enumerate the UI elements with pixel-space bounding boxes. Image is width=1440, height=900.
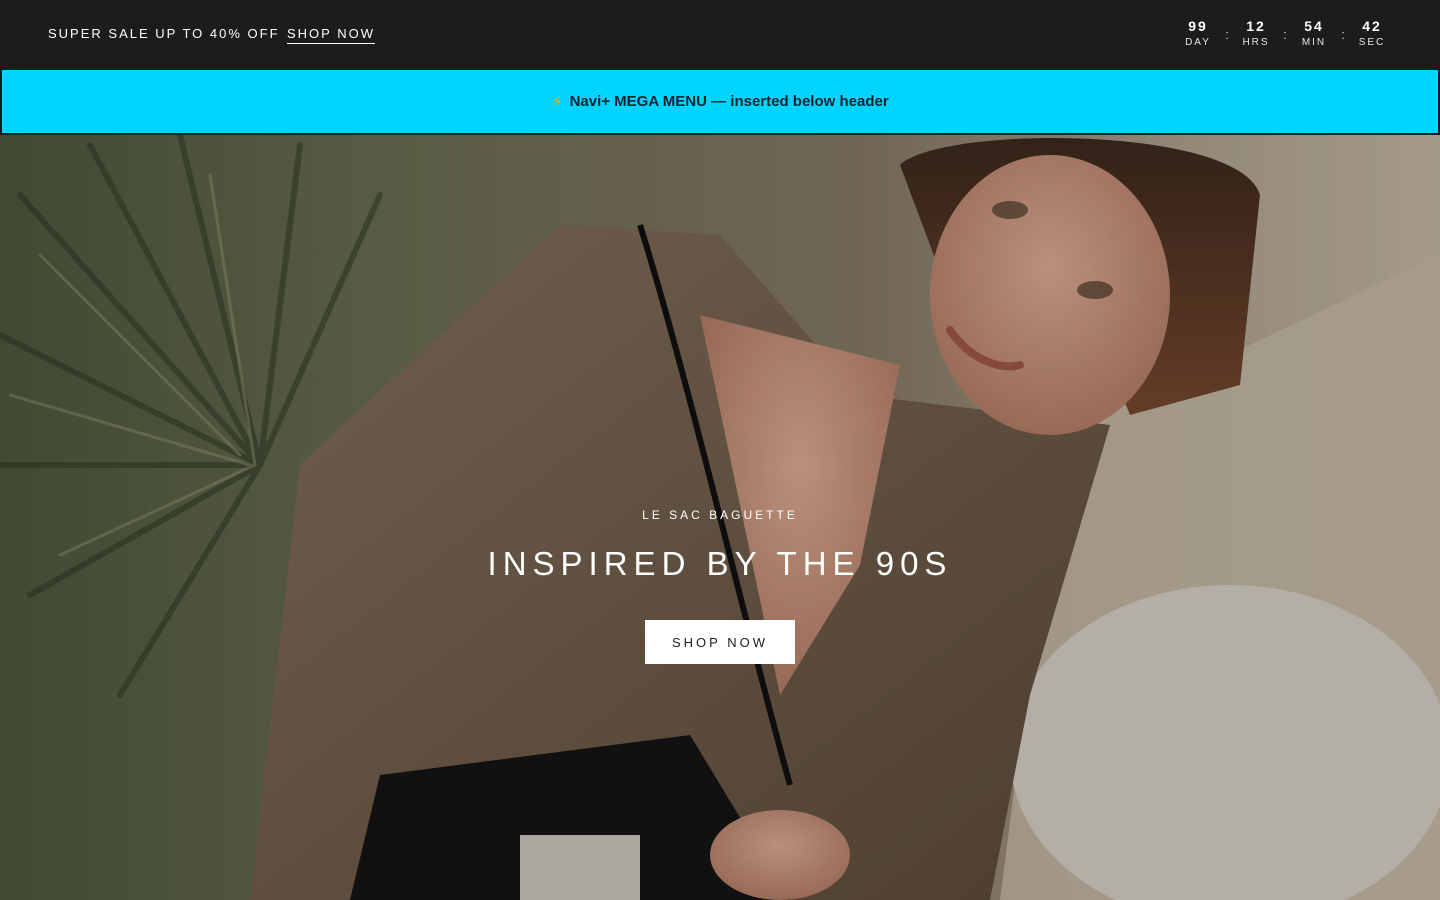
countdown-seconds: 42 SEC bbox=[1352, 18, 1392, 49]
countdown-seconds-value: 42 bbox=[1362, 18, 1382, 34]
countdown-hours-label: HRS bbox=[1242, 37, 1270, 48]
hero-shop-now-button[interactable]: SHOP NOW bbox=[645, 620, 795, 664]
announcement-text: SUPER SALE UP TO 40% OFF bbox=[48, 26, 280, 41]
hero-section: LE SAC BAGUETTE INSPIRED BY THE 90S SHOP… bbox=[0, 135, 1440, 900]
countdown-minutes: 54 MIN bbox=[1294, 18, 1334, 49]
hero-eyebrow: LE SAC BAGUETTE bbox=[642, 508, 798, 522]
navi-mega-menu-banner[interactable]: ⚡ Navi+ MEGA MENU — inserted below heade… bbox=[0, 68, 1440, 135]
countdown-hours-value: 12 bbox=[1246, 18, 1266, 34]
countdown-hours: 12 HRS bbox=[1236, 18, 1276, 49]
countdown-days: 99 DAY bbox=[1178, 18, 1218, 49]
countdown-minutes-label: MIN bbox=[1301, 37, 1327, 48]
countdown-separator: : bbox=[1225, 27, 1229, 42]
navi-banner-text: Navi+ MEGA MENU — inserted below header bbox=[569, 93, 889, 110]
countdown-timer: 99 DAY : 12 HRS : 54 MIN : 42 SEC bbox=[1178, 18, 1392, 49]
countdown-seconds-label: SEC bbox=[1358, 37, 1386, 48]
hero-title: INSPIRED BY THE 90S bbox=[487, 545, 953, 582]
lightning-icon: ⚡ bbox=[551, 93, 563, 111]
countdown-days-value: 99 bbox=[1188, 18, 1208, 34]
countdown-separator: : bbox=[1283, 27, 1287, 42]
announcement-bar: SUPER SALE UP TO 40% OFF SHOP NOW 99 DAY… bbox=[0, 0, 1440, 68]
countdown-separator: : bbox=[1341, 27, 1345, 42]
countdown-days-label: DAY bbox=[1185, 37, 1211, 48]
hero-content: LE SAC BAGUETTE INSPIRED BY THE 90S SHOP… bbox=[0, 135, 1440, 900]
countdown-minutes-value: 54 bbox=[1304, 18, 1324, 34]
announcement-shop-now-link[interactable]: SHOP NOW bbox=[287, 26, 375, 44]
